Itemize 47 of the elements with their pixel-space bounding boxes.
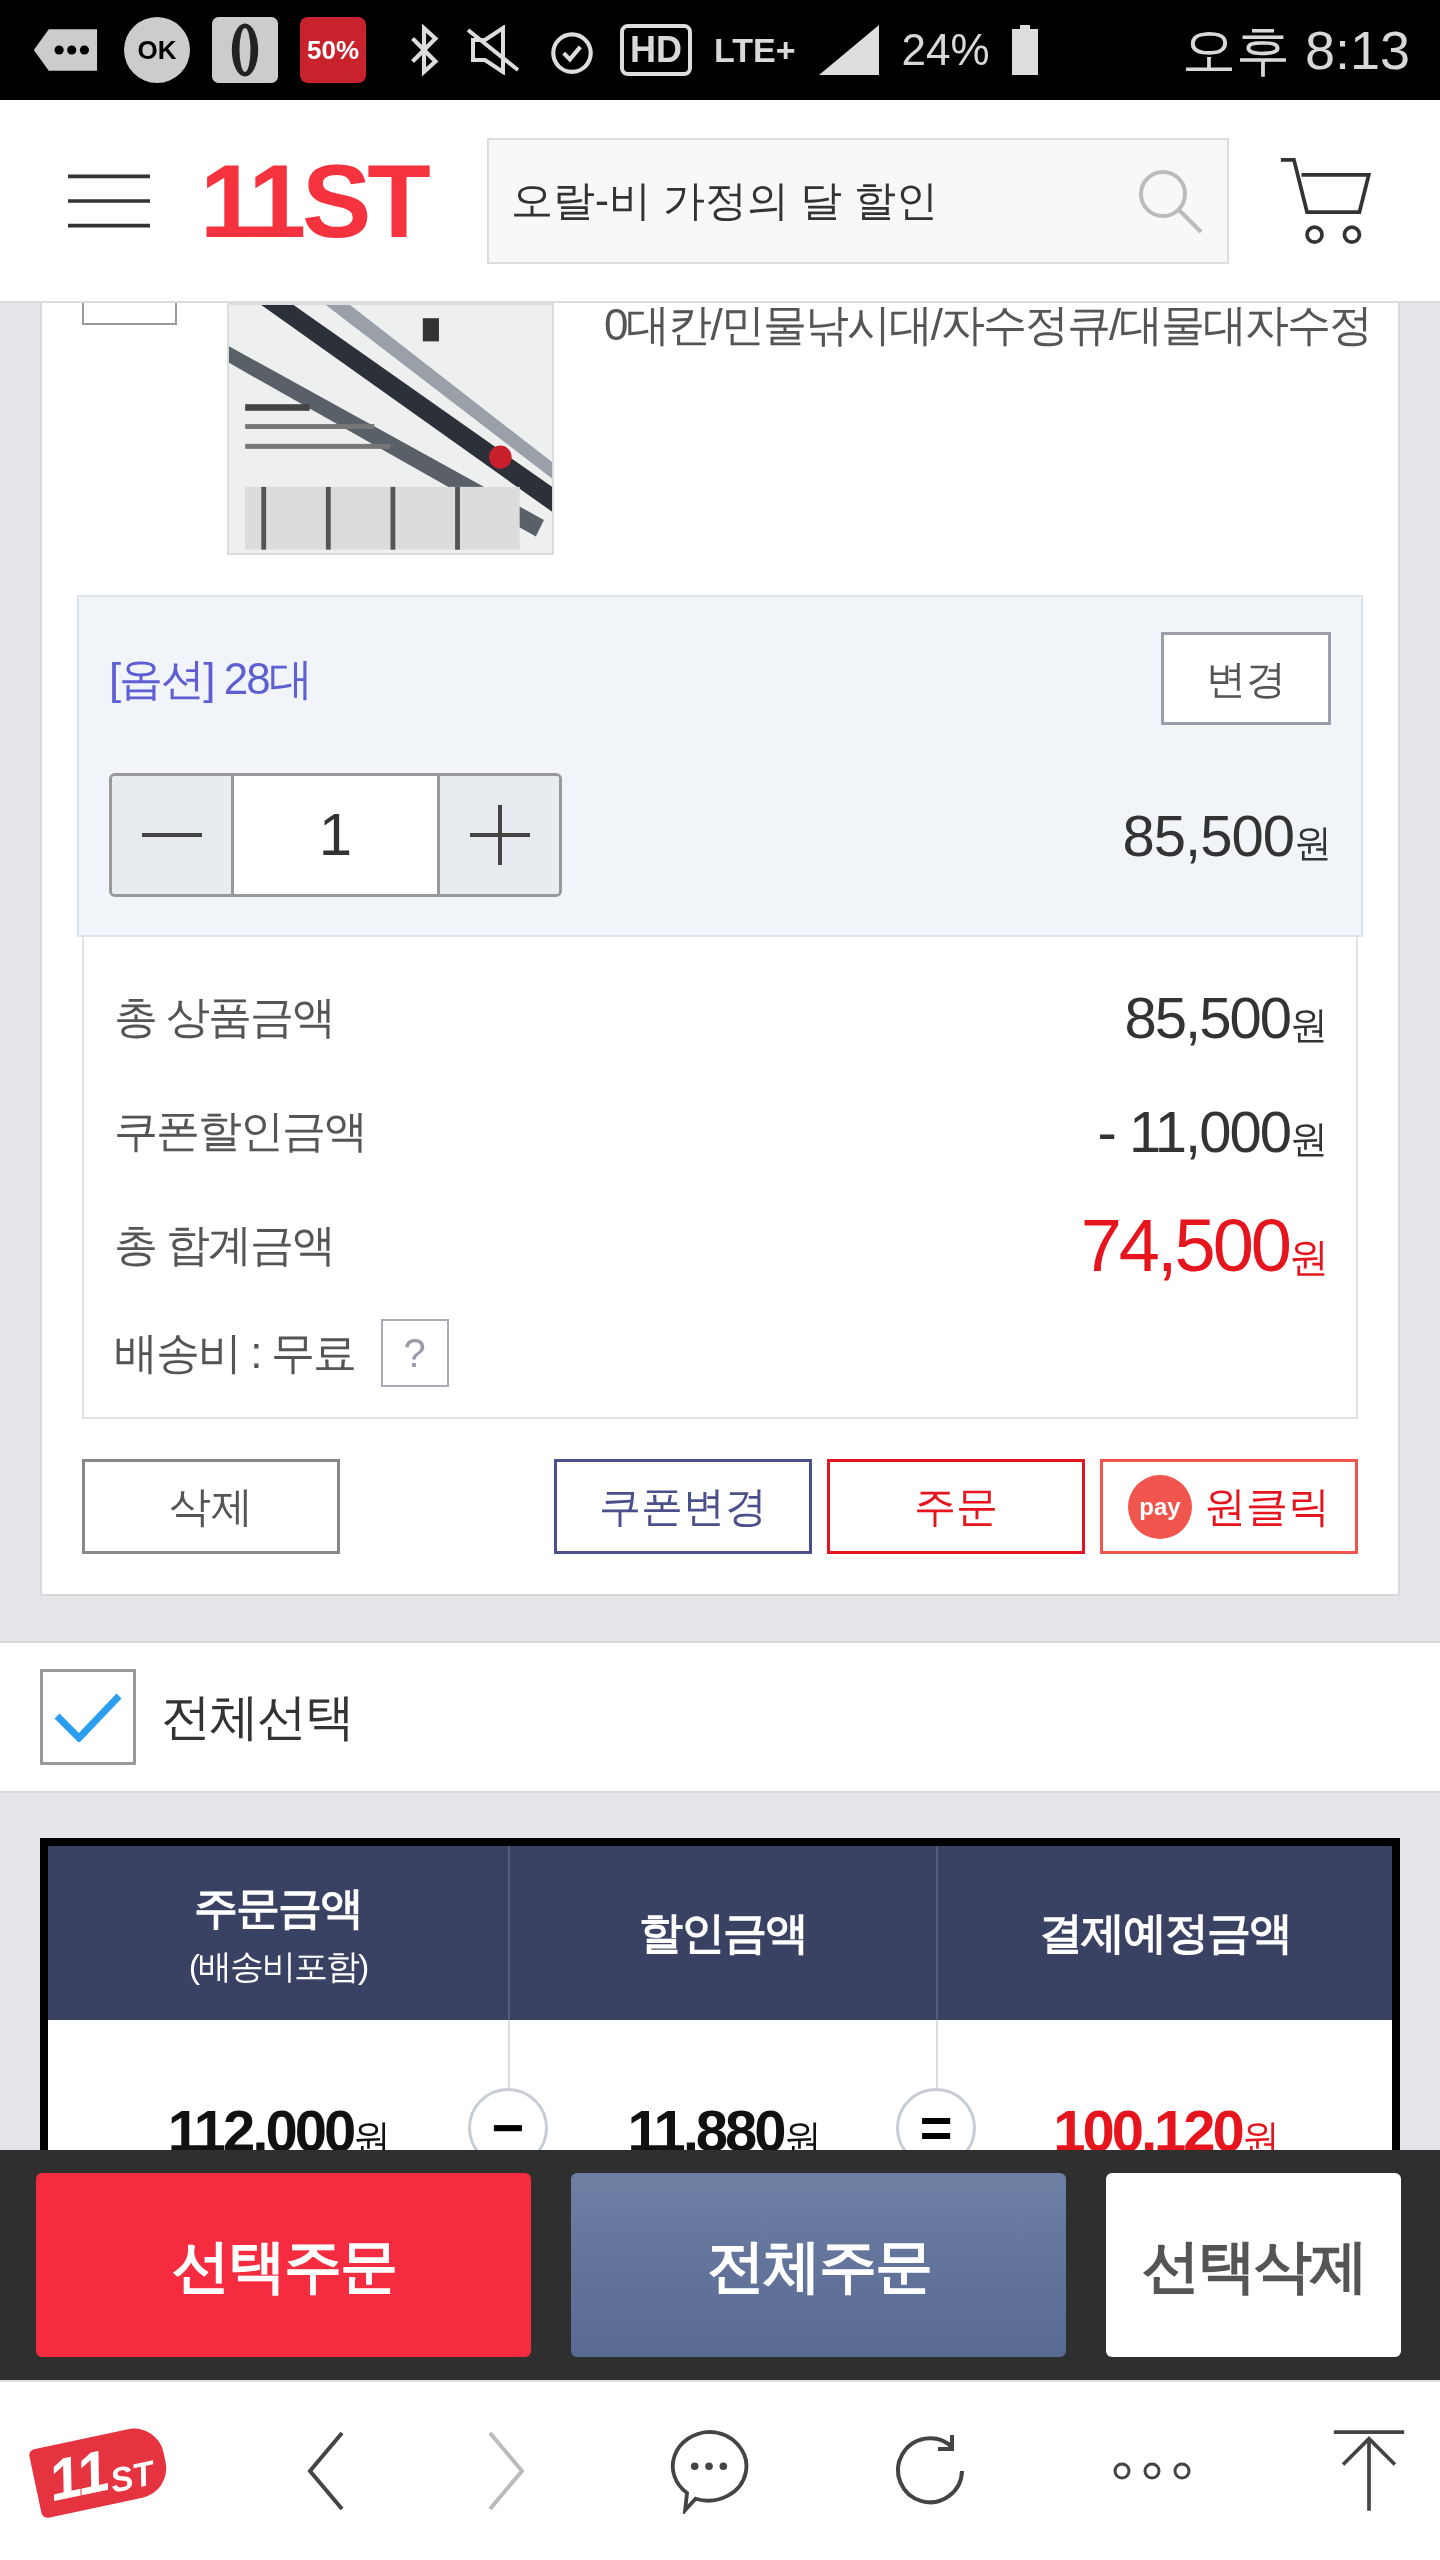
app-icon: 50% bbox=[300, 17, 366, 83]
pay-button[interactable]: pay 원클릭 bbox=[1100, 1459, 1358, 1554]
order-button[interactable]: 전체주문 bbox=[571, 2173, 1066, 2357]
summary-label: 총 합계금액 bbox=[114, 1219, 335, 1271]
column-title: 할인금액 bbox=[639, 1907, 807, 1959]
column-title: 주문금액 bbox=[194, 1881, 362, 1934]
minus-icon bbox=[141, 833, 202, 837]
change-button[interactable]: 변경 bbox=[1161, 632, 1331, 725]
summary-label: 쿠폰할인금액 bbox=[114, 1105, 366, 1157]
order-button[interactable]: 주문 bbox=[827, 1459, 1085, 1554]
order-button[interactable]: 선택주문 bbox=[36, 2173, 531, 2357]
column-title: 결제예정금액 bbox=[1039, 1907, 1291, 1959]
help-button[interactable]: ? bbox=[380, 1319, 449, 1387]
price: 85,500원 bbox=[1124, 983, 1326, 1052]
network-label: LTE+ bbox=[714, 29, 796, 71]
app-icon bbox=[212, 17, 278, 83]
signal-icon bbox=[817, 25, 880, 75]
product-title: 0대칸/민물낚시대/자수정큐/대물대자수정 bbox=[604, 303, 1372, 351]
search-field[interactable]: 오랄-비 가정의 달 할인 bbox=[486, 137, 1229, 264]
app-icon: OK bbox=[124, 17, 190, 83]
scroll-top-icon[interactable] bbox=[1331, 2428, 1406, 2514]
checkbox[interactable] bbox=[82, 303, 177, 325]
more-icon[interactable] bbox=[1111, 2461, 1192, 2481]
plain-button[interactable]: 삭제 bbox=[82, 1459, 340, 1554]
select-all-checkbox[interactable] bbox=[40, 1669, 136, 1765]
menu-icon[interactable] bbox=[68, 172, 151, 229]
battery-icon bbox=[1011, 25, 1038, 75]
battery-percent: 24% bbox=[901, 24, 990, 76]
column-subtitle: (배송비포함) bbox=[188, 1945, 368, 1987]
summary-label: 총 상품금액 bbox=[114, 991, 335, 1043]
shipping-label: 배송비 : 무료 bbox=[114, 1327, 355, 1379]
quantity-field[interactable]: 1 bbox=[234, 776, 437, 894]
select-all-label: 전체선택 bbox=[161, 1687, 353, 1747]
back-icon[interactable] bbox=[305, 2431, 346, 2511]
plus-button[interactable] bbox=[437, 776, 559, 894]
check-icon bbox=[53, 1692, 123, 1742]
delete-selected-button[interactable]: 선택삭제 bbox=[1106, 2173, 1401, 2357]
price: 74,500원 bbox=[1080, 1202, 1326, 1289]
plus-icon bbox=[469, 805, 530, 865]
option-label: [옵션] 28대 bbox=[109, 652, 311, 705]
clock: 오후 8:13 bbox=[1181, 18, 1410, 82]
price: - 11,000원 bbox=[1097, 1097, 1326, 1166]
hd-icon: HD bbox=[620, 24, 692, 76]
price: 85,500원 bbox=[1122, 801, 1331, 870]
coupon-button[interactable]: 쿠폰변경 bbox=[554, 1459, 812, 1554]
pay-badge: pay bbox=[1128, 1474, 1192, 1539]
logo[interactable]: 11ST bbox=[200, 148, 427, 253]
